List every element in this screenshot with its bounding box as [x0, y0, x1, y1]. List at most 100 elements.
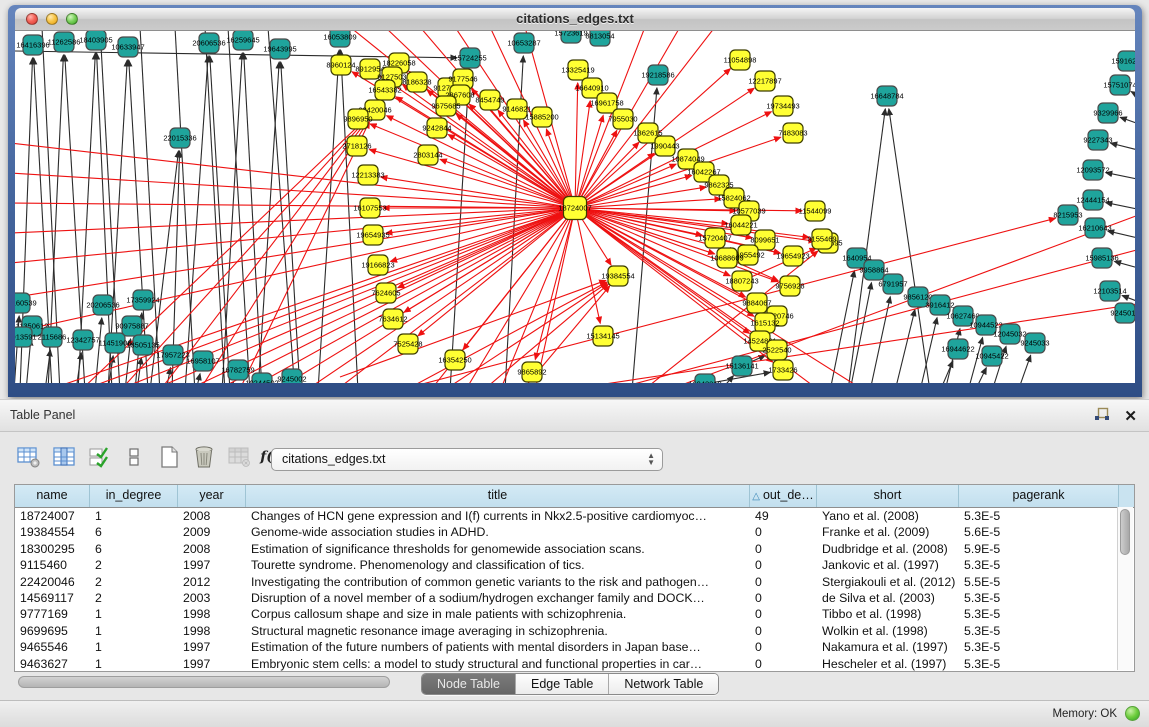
graph-node[interactable]: 9227343 — [1083, 130, 1112, 150]
graph-node[interactable]: 16958107 — [186, 351, 219, 371]
table-row[interactable]: 1938455462009Genome-wide association stu… — [15, 524, 1134, 540]
tab-edge-table[interactable]: Edge Table — [516, 674, 609, 694]
graph-node[interactable]: 16107553 — [353, 198, 386, 218]
graph-node[interactable]: 10653287 — [507, 33, 540, 53]
column-header-pagerank[interactable]: pagerank — [959, 485, 1119, 507]
graph-node[interactable]: 9675685 — [431, 96, 460, 116]
table-selector-dropdown[interactable]: citations_edges.txt ▲▼ — [271, 448, 663, 471]
graph-node[interactable]: 15751074 — [1103, 75, 1135, 95]
graph-node[interactable]: 12444154 — [1076, 190, 1109, 210]
table-row[interactable]: 946554611997Estimation of the future num… — [15, 639, 1134, 655]
graph-node[interactable]: 9245012 — [1110, 303, 1135, 323]
window-titlebar[interactable]: citations_edges.txt — [15, 8, 1135, 31]
graph-node[interactable]: 13325419 — [561, 60, 594, 80]
graph-node[interactable]: 9896950 — [343, 109, 372, 129]
graph-node[interactable]: 20606536 — [192, 33, 225, 53]
horizontal-scrollbar-thumb[interactable] — [18, 676, 390, 688]
graph-node[interactable]: 9329966 — [1093, 103, 1122, 123]
graph-node[interactable]: 10633947 — [111, 37, 144, 57]
graph-node[interactable]: 16053809 — [323, 31, 356, 47]
float-panel-icon[interactable] — [1094, 407, 1110, 427]
graph-node[interactable]: 18724007 — [558, 197, 591, 220]
graph-node[interactable]: 15136141 — [725, 356, 758, 376]
graph-node[interactable]: 16944622 — [941, 339, 974, 359]
graph-node[interactable]: 12342757 — [66, 330, 99, 350]
graph-node[interactable]: 9155469 — [807, 229, 836, 249]
table-settings-icon[interactable] — [16, 445, 42, 469]
graph-node[interactable]: 9242844 — [422, 118, 451, 138]
graph-node[interactable]: 15723619 — [554, 31, 587, 43]
vertical-scrollbar[interactable] — [1117, 507, 1133, 670]
graph-node[interactable]: 16648784 — [870, 86, 903, 106]
table-row[interactable]: 2242004622012Investigating the contribut… — [15, 574, 1134, 590]
graph-node[interactable]: 2522540 — [762, 340, 791, 360]
graph-node[interactable]: 19218586 — [641, 65, 674, 85]
graph-node[interactable]: 2718126 — [342, 136, 371, 156]
graph-node[interactable]: 15985136 — [1085, 248, 1118, 268]
graph-node[interactable]: 16782759 — [221, 360, 254, 380]
graph-node[interactable]: 15134145 — [586, 326, 619, 346]
new-file-icon[interactable] — [156, 445, 182, 469]
column-header-name[interactable]: name — [15, 485, 90, 507]
graph-node[interactable]: 12093572 — [1076, 160, 1109, 180]
graph-node[interactable]: 8215953 — [1053, 205, 1082, 225]
graph-node[interactable]: 1615132 — [750, 313, 779, 333]
table-row[interactable]: 1872400712008Changes of HCN gene express… — [15, 508, 1134, 524]
column-header-title[interactable]: title — [246, 485, 750, 507]
graph-node[interactable]: 1990443 — [650, 136, 679, 156]
network-canvas[interactable]: 1872400789601248912954182260589127503165… — [15, 31, 1135, 383]
graph-node[interactable]: 19384554 — [601, 266, 634, 286]
graph-node[interactable]: 8813054 — [585, 31, 614, 46]
graph-node[interactable]: 2803144 — [413, 145, 442, 165]
graph-node[interactable]: 12103514 — [1093, 281, 1126, 301]
graph-node[interactable]: 8960124 — [326, 55, 355, 75]
graph-node[interactable]: 17957223 — [156, 345, 189, 365]
select-all-icon[interactable] — [86, 445, 112, 469]
graph-node[interactable]: 16259645 — [226, 31, 259, 50]
row-height-icon[interactable] — [121, 445, 147, 469]
graph-node[interactable]: 18403905 — [79, 31, 112, 50]
column-header-year[interactable]: year — [178, 485, 246, 507]
graph-node[interactable]: 8454749 — [475, 90, 504, 110]
graph-node[interactable]: 7483083 — [778, 123, 807, 143]
tab-network-table[interactable]: Network Table — [609, 674, 718, 694]
graph-node[interactable]: 10945422 — [975, 346, 1008, 366]
table-row[interactable]: 977716911998Corpus callosum shape and si… — [15, 606, 1134, 622]
graph-node[interactable]: 7525428 — [393, 334, 422, 354]
graph-node[interactable]: 6791957 — [878, 274, 907, 294]
graph-node[interactable]: 15720407 — [698, 228, 731, 248]
graph-node[interactable]: 7955030 — [608, 109, 637, 129]
graph-node[interactable]: 19654923 — [776, 246, 809, 266]
column-header-in_degree[interactable]: in_degree — [90, 485, 178, 507]
graph-node[interactable]: 22015336 — [163, 128, 196, 148]
table-row[interactable]: 946362711997Embryonic stem cells: a mode… — [15, 656, 1134, 672]
show-columns-icon[interactable] — [51, 445, 77, 469]
table-row[interactable]: 1456911722003Disruption of a novel membe… — [15, 590, 1134, 606]
graph-node[interactable]: 15724255 — [453, 48, 486, 68]
graph-node[interactable]: 19734493 — [766, 96, 799, 116]
graph-node[interactable]: 2115686 — [38, 327, 67, 347]
graph-node[interactable]: 19643995 — [263, 39, 296, 59]
vertical-scrollbar-thumb[interactable] — [1120, 509, 1130, 555]
table-row[interactable]: 969969511998Structural magnetic resonanc… — [15, 623, 1134, 639]
graph-node[interactable]: 12213383 — [351, 165, 384, 185]
graph-node[interactable]: 11054898 — [724, 50, 757, 70]
table-row[interactable]: 911546021997Tourette syndrome. Phenomeno… — [15, 557, 1134, 573]
graph-node[interactable]: 7624605 — [371, 283, 400, 303]
graph-node[interactable]: 9756928 — [775, 276, 804, 296]
graph-node[interactable]: 12217897 — [748, 71, 781, 91]
graph-node[interactable]: 11262586 — [48, 32, 81, 52]
graph-node[interactable]: 11544099 — [799, 201, 832, 221]
graph-node[interactable]: 7634612 — [378, 309, 407, 329]
column-header-short[interactable]: short — [817, 485, 959, 507]
column-header-out_de[interactable]: △out_de… — [750, 485, 817, 507]
graph-node[interactable]: 15916253 — [1111, 51, 1135, 71]
graph-node[interactable]: 25160539 — [15, 293, 37, 313]
graph-node[interactable]: 9245033 — [1020, 333, 1049, 353]
graph-node[interactable]: 1733426 — [768, 360, 797, 380]
close-panel-icon[interactable]: ✕ — [1124, 409, 1137, 425]
delete-trash-icon[interactable] — [191, 445, 217, 469]
graph-node[interactable]: 18807243 — [725, 271, 758, 291]
tab-node-table[interactable]: Node Table — [422, 674, 516, 694]
import-table-icon[interactable] — [226, 445, 252, 469]
